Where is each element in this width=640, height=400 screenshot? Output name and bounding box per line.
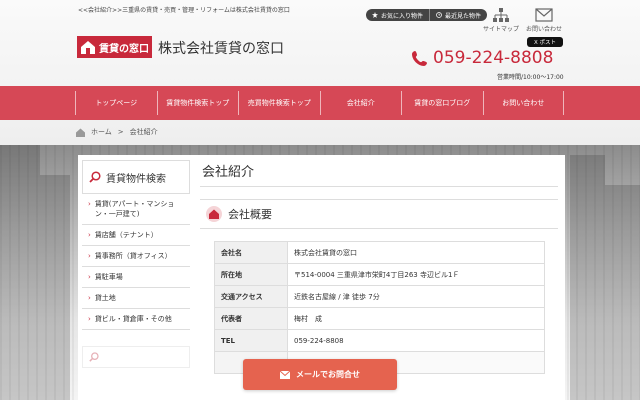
phone-text: 059-224-8808 xyxy=(433,48,554,68)
sidebar-title: 賃貸物件検索 xyxy=(106,173,166,185)
sidebar-item-store[interactable]: › 賃店舗（テナント） xyxy=(82,225,190,246)
row-key: 交通アクセス xyxy=(214,285,288,308)
breadcrumb-home[interactable]: ホーム xyxy=(91,127,112,137)
sidebar-faded-section xyxy=(78,341,194,400)
table-row: 所在地 〒514-0004 三重県津市栄町4丁目263 寺辺ビル1Ｆ xyxy=(214,263,545,286)
mail-icon xyxy=(535,8,553,22)
recent-label: 最近見た物件 xyxy=(445,12,482,20)
chevron-right-icon: › xyxy=(88,200,91,208)
search-icon xyxy=(89,171,101,183)
row-value: 059-224-8808 xyxy=(287,329,545,352)
sidebar-item-land[interactable]: › 貸土地 xyxy=(82,288,190,309)
chevron-right-icon: › xyxy=(88,231,91,239)
row-value: 近鉄名古屋線 / 津 徒歩 7分 xyxy=(287,285,545,308)
sitemap-label: サイトマップ xyxy=(483,26,520,33)
contact-label: お問い合わせ xyxy=(526,26,563,33)
breadcrumb-separator: > xyxy=(117,128,124,136)
company-info-table: 会社名 株式会社賃貸の窓口 所在地 〒514-0004 三重県津市栄町4丁目26… xyxy=(214,241,545,374)
section-title: 会社概要 xyxy=(228,208,272,221)
sidebar-item-label: 貸土地 xyxy=(94,294,116,302)
chevron-right-icon: › xyxy=(88,294,91,302)
page-title: 会社紹介 xyxy=(202,165,255,180)
nav-blog[interactable]: 賃貸の窓口ブログ xyxy=(401,91,483,115)
favorites-link[interactable]: お気に入り物件 xyxy=(366,9,429,21)
row-value: 株式会社賃貸の窓口 xyxy=(287,241,545,264)
chevron-right-icon: › xyxy=(88,273,91,281)
sidebar-item-label: 賃店舗（テナント） xyxy=(94,231,158,239)
contact-link[interactable]: お問い合わせ xyxy=(526,8,562,33)
breadcrumb: ホーム > 会社紹介 xyxy=(76,127,158,137)
phone-number[interactable]: 059-224-8808 xyxy=(411,48,553,68)
chevron-right-icon: › xyxy=(88,315,91,323)
clock-icon xyxy=(436,12,442,18)
sidebar-header-faded xyxy=(82,346,190,368)
sidebar-item-label: 賃貸(アパート・マンション・一戸建て) xyxy=(94,200,175,218)
company-name: 株式会社賃貸の窓口 xyxy=(158,41,284,57)
row-key: 代表者 xyxy=(214,307,288,330)
recent-link[interactable]: 最近見た物件 xyxy=(429,9,487,21)
breadcrumb-current: 会社紹介 xyxy=(129,128,158,136)
nav-rental-search[interactable]: 賃貸物件検索トップ xyxy=(156,91,239,115)
x-post-button[interactable]: X ポスト xyxy=(527,37,563,47)
title-divider xyxy=(200,186,558,187)
row-key: 会社名 xyxy=(214,241,288,264)
logo-text: 賃貸の窓口 xyxy=(99,43,149,55)
nav-company[interactable]: 会社紹介 xyxy=(319,91,402,115)
section-header: 会社概要 xyxy=(200,199,558,229)
sitemap-link[interactable]: サイトマップ xyxy=(483,8,519,33)
sidebar-item-residential[interactable]: › 賃貸(アパート・マンション・一戸建て) xyxy=(82,194,190,225)
nav-sale-search[interactable]: 売買物件検索トップ xyxy=(238,91,320,115)
row-value: 梅村 成 xyxy=(287,307,545,330)
mail-contact-button[interactable]: メールでお問合せ xyxy=(243,359,397,390)
row-key: TEL xyxy=(214,329,288,352)
quick-links: お気に入り物件 最近見た物件 xyxy=(366,9,488,21)
sidebar-item-parking[interactable]: › 賃駐車場 xyxy=(82,267,190,288)
site-tagline: <<会社紹介>>三重県の賃貸・売買・管理・リフォームは株式会社賃貸の窓口 xyxy=(78,7,290,14)
table-row: 会社名 株式会社賃貸の窓口 xyxy=(214,241,545,264)
table-row: 代表者 梅村 成 xyxy=(214,307,545,330)
sidebar-item-label: 貸ビル・貸倉庫・その他 xyxy=(94,315,172,323)
row-key: 所在地 xyxy=(214,263,288,286)
sidebar-item-label: 賃駐車場 xyxy=(94,273,123,281)
table-row: 交通アクセス 近鉄名古屋線 / 津 徒歩 7分 xyxy=(214,285,545,308)
cta-label: メールでお問合せ xyxy=(296,370,360,379)
sidebar-item-office[interactable]: › 賃事務所（貸オフィス） xyxy=(82,246,190,267)
main-nav: トップページ 賃貸物件検索トップ 売買物件検索トップ 会社紹介 賃貸の窓口ブログ… xyxy=(0,86,640,120)
sidebar-header: 賃貸物件検索 xyxy=(82,160,190,194)
business-hours: 営業時間/10:00〜17:00 xyxy=(497,74,564,81)
phone-icon xyxy=(412,51,427,66)
nav-top[interactable]: トップページ xyxy=(75,91,157,115)
house-icon-badge xyxy=(206,206,222,222)
sitemap-icon xyxy=(493,8,509,22)
row-value: 〒514-0004 三重県津市栄町4丁目263 寺辺ビル1Ｆ xyxy=(287,263,545,286)
sidebar-item-label: 賃事務所（貸オフィス） xyxy=(94,252,172,260)
favorites-label: お気に入り物件 xyxy=(381,12,424,20)
logo[interactable]: 賃貸の窓口 xyxy=(77,36,152,58)
sidebar: 賃貸物件検索 › 賃貸(アパート・マンション・一戸建て) › 賃店舗（テナント）… xyxy=(78,155,194,400)
house-icon xyxy=(81,41,95,54)
sidebar-item-building[interactable]: › 貸ビル・貸倉庫・その他 xyxy=(82,309,190,330)
search-icon xyxy=(89,352,99,362)
star-icon xyxy=(372,12,378,18)
table-row: TEL 059-224-8808 xyxy=(214,329,545,352)
nav-contact[interactable]: お問い合わせ xyxy=(482,91,564,115)
home-icon xyxy=(76,127,85,137)
mail-icon xyxy=(280,370,290,379)
house-icon xyxy=(209,209,219,219)
chevron-right-icon: › xyxy=(88,252,91,260)
